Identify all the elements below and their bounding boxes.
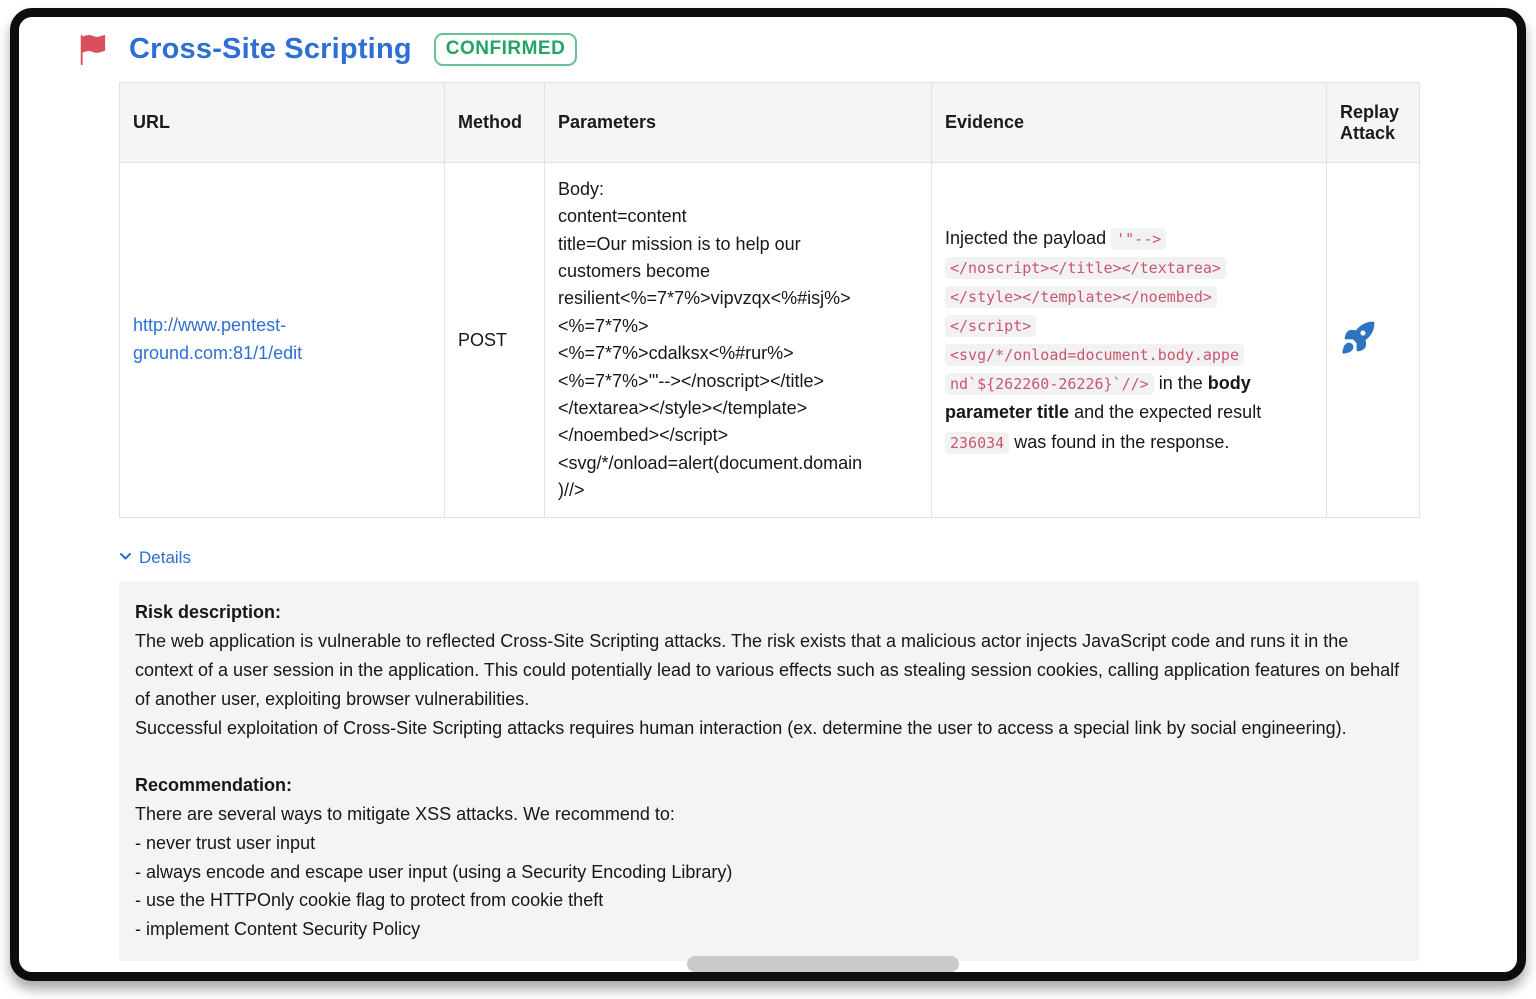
column-header-evidence: Evidence: [932, 83, 1327, 163]
evidence-text: Injected the payload '"--> </noscript></…: [945, 224, 1313, 457]
chevron-down-icon: [119, 548, 132, 568]
parameters-text: Body: content=content title=Our mission …: [558, 176, 918, 504]
column-header-parameters: Parameters: [545, 83, 932, 163]
flag-icon: [77, 35, 107, 65]
table-header-row: URL Method Parameters Evidence Replay At…: [120, 83, 1420, 163]
replay-attack-button[interactable]: [1340, 320, 1376, 359]
replay-attack-cell: [1327, 163, 1420, 518]
risk-description-text: The web application is vulnerable to ref…: [135, 627, 1403, 742]
table-row: http://www.pentest-ground.com:81/1/edit …: [120, 163, 1420, 518]
column-header-method: Method: [445, 83, 545, 163]
section-spacer: [135, 742, 1403, 771]
status-badge: CONFIRMED: [434, 33, 578, 66]
risk-description-heading: Risk description:: [135, 598, 1403, 627]
payload-code-chip: '"--> </noscript></title></textarea> </s…: [945, 228, 1244, 396]
details-label: Details: [139, 548, 191, 568]
column-header-replay-attack: Replay Attack: [1327, 83, 1420, 163]
method-cell: POST: [445, 163, 545, 518]
evidence-mid1: in the: [1154, 373, 1208, 393]
evidence-outro: was found in the response.: [1009, 432, 1229, 452]
recommendation-heading: Recommendation:: [135, 771, 1403, 800]
url-link[interactable]: http://www.pentest-ground.com:81/1/edit: [133, 315, 302, 363]
recommendation-text: There are several ways to mitigate XSS a…: [135, 800, 1403, 944]
result-code-chip: 236034: [945, 432, 1009, 454]
findings-table: URL Method Parameters Evidence Replay At…: [119, 82, 1420, 518]
app-frame: Cross-Site Scripting CONFIRMED URL Metho…: [10, 8, 1526, 981]
report-header: Cross-Site Scripting CONFIRMED: [77, 33, 1517, 66]
details-toggle[interactable]: Details: [119, 548, 191, 568]
details-panel: Risk description: The web application is…: [119, 581, 1419, 961]
parameters-cell: Body: content=content title=Our mission …: [545, 163, 932, 518]
evidence-cell: Injected the payload '"--> </noscript></…: [932, 163, 1327, 518]
rocket-icon: [1340, 344, 1376, 359]
column-header-url: URL: [120, 83, 445, 163]
evidence-mid2: and the expected result: [1069, 402, 1261, 422]
evidence-intro: Injected the payload: [945, 228, 1111, 248]
horizontal-scrollbar-thumb[interactable]: [687, 956, 959, 972]
page-title: Cross-Site Scripting: [129, 33, 412, 66]
url-cell: http://www.pentest-ground.com:81/1/edit: [120, 163, 445, 518]
